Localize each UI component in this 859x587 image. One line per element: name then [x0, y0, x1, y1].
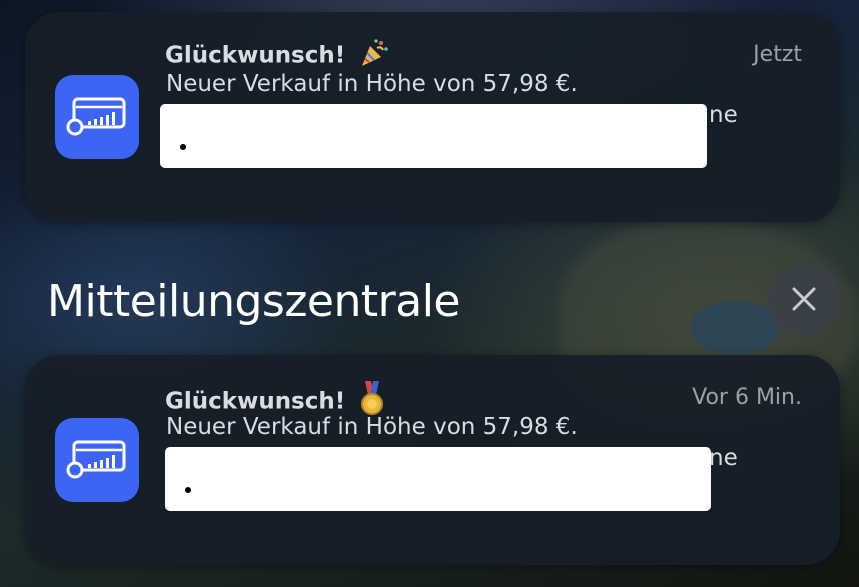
redaction-dot — [185, 487, 191, 493]
notification-body-tail: ne — [709, 445, 738, 471]
redaction-dot — [180, 144, 186, 150]
party-popper-icon — [359, 38, 389, 74]
sales-register-icon — [55, 418, 139, 502]
notification-center-title: Mitteilungszentrale — [47, 276, 461, 327]
notification-body: Neuer Verkauf in Höhe von 57,98 €. — [166, 71, 578, 97]
close-icon — [792, 287, 816, 311]
notification-card-1[interactable]: Glückwunsch! Jetzt Neuer Verkauf in Höhe… — [25, 12, 840, 222]
notification-time: Jetzt — [753, 42, 802, 67]
redaction-box — [165, 447, 711, 511]
sales-register-icon — [55, 75, 139, 159]
notification-time: Vor 6 Min. — [692, 385, 802, 410]
close-button[interactable] — [768, 263, 840, 335]
notification-body-tail: ne — [709, 102, 738, 128]
notification-title: Glückwunsch! — [165, 38, 389, 74]
redaction-box — [160, 104, 707, 168]
notification-body: Neuer Verkauf in Höhe von 57,98 €. — [166, 414, 578, 440]
notification-card-2[interactable]: Glückwunsch! Vor 6 Min. Neuer Verkauf in… — [25, 355, 840, 565]
wallpaper-sea — [690, 300, 780, 355]
